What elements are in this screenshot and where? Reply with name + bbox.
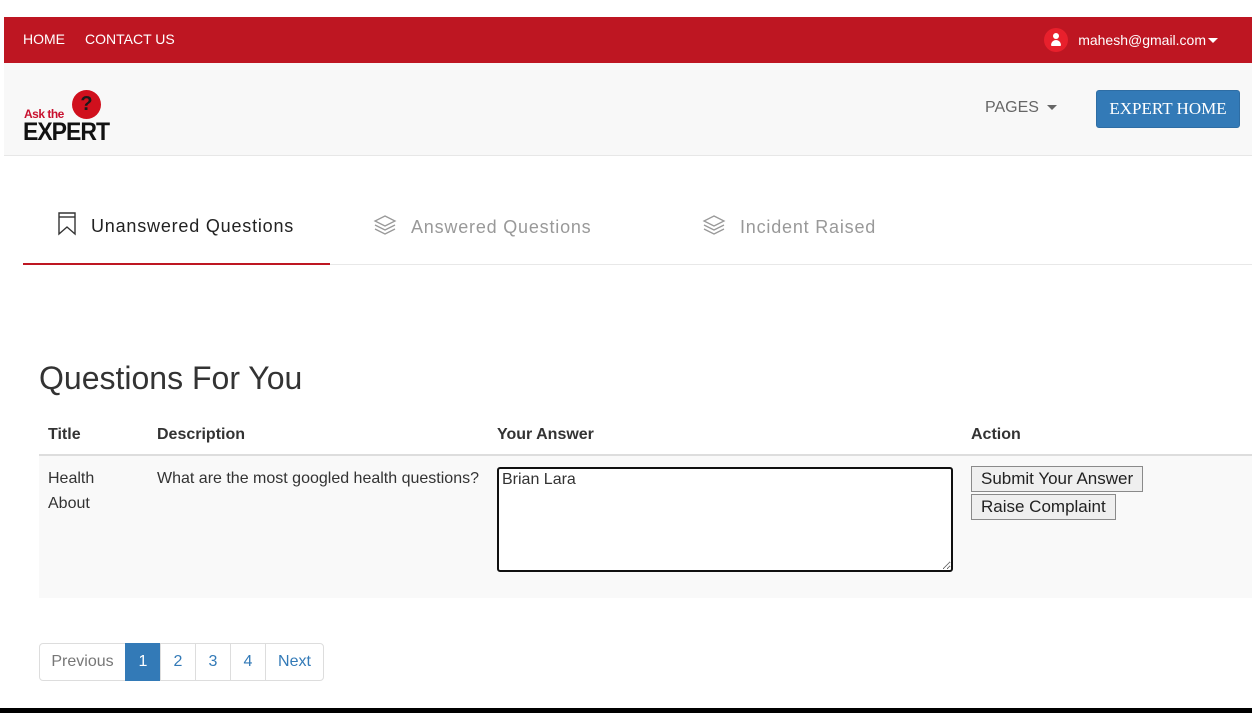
caret-down-icon <box>1047 105 1058 111</box>
tab-label: Answered Questions <box>411 217 592 237</box>
action-cell: Submit Your Answer Raise Complaint <box>962 455 1252 598</box>
question-title-line1: Health <box>48 470 95 487</box>
tab-incident-raised[interactable]: Incident Raised <box>702 190 876 265</box>
questions-table: Title Description Your Answer Action Hea… <box>39 415 1252 598</box>
page-button-4[interactable]: 4 <box>230 643 266 681</box>
bookmark-icon <box>57 212 77 241</box>
top-bar: HOME CONTACT US mahesh@gmail.com <box>4 17 1252 63</box>
question-title-cell: Health About <box>39 455 148 598</box>
answer-cell: Brian Lara <box>488 455 962 598</box>
tab-answered-questions[interactable]: Answered Questions <box>373 190 592 265</box>
previous-page-button[interactable]: Previous <box>39 643 126 681</box>
raise-complaint-button[interactable]: Raise Complaint <box>971 494 1116 520</box>
user-menu[interactable]: mahesh@gmail.com <box>1044 28 1218 52</box>
caret-down-icon <box>1208 37 1218 43</box>
tab-unanswered-questions[interactable]: Unanswered Questions <box>23 190 330 265</box>
column-header-action: Action <box>962 415 1252 456</box>
submit-answer-button[interactable]: Submit Your Answer <box>971 466 1144 492</box>
layers-icon <box>702 214 726 241</box>
question-title-line2: About <box>48 495 90 512</box>
question-description: What are the most googled health questio… <box>148 455 488 598</box>
top-links: HOME CONTACT US <box>23 31 175 47</box>
logo-text-expert: EXPERT <box>23 116 110 146</box>
question-bubble-icon: ? <box>72 90 101 119</box>
section-title: Questions For You <box>39 360 303 396</box>
column-header-title: Title <box>39 415 148 456</box>
question-tabs: Unanswered Questions Answered Questions … <box>23 190 1252 265</box>
bottom-divider <box>0 708 1252 713</box>
tab-label: Unanswered Questions <box>91 216 295 236</box>
user-email: mahesh@gmail.com <box>1078 32 1206 48</box>
pagination: Previous 1 2 3 4 Next <box>39 643 324 681</box>
pages-dropdown[interactable]: PAGES <box>985 99 1058 117</box>
answer-textarea[interactable]: Brian Lara <box>497 467 953 572</box>
contact-us-link[interactable]: CONTACT US <box>85 31 175 47</box>
page-button-1[interactable]: 1 <box>125 643 161 681</box>
pages-label: PAGES <box>985 99 1039 116</box>
main-navbar: ? Ask the EXPERT PAGES EXPERT HOME <box>4 63 1252 156</box>
expert-home-button[interactable]: EXPERT HOME <box>1096 90 1240 128</box>
user-icon <box>1044 28 1069 52</box>
next-page-button[interactable]: Next <box>265 643 324 681</box>
home-link[interactable]: HOME <box>23 31 65 47</box>
tab-label: Incident Raised <box>740 217 877 237</box>
table-row: Health About What are the most googled h… <box>39 455 1252 598</box>
ask-the-expert-logo[interactable]: ? Ask the EXPERT <box>23 89 110 145</box>
page-button-3[interactable]: 3 <box>195 643 231 681</box>
layers-icon <box>373 214 397 241</box>
column-header-your-answer: Your Answer <box>488 415 962 456</box>
column-header-description: Description <box>148 415 488 456</box>
page-button-2[interactable]: 2 <box>160 643 196 681</box>
table-header-row: Title Description Your Answer Action <box>39 415 1252 456</box>
